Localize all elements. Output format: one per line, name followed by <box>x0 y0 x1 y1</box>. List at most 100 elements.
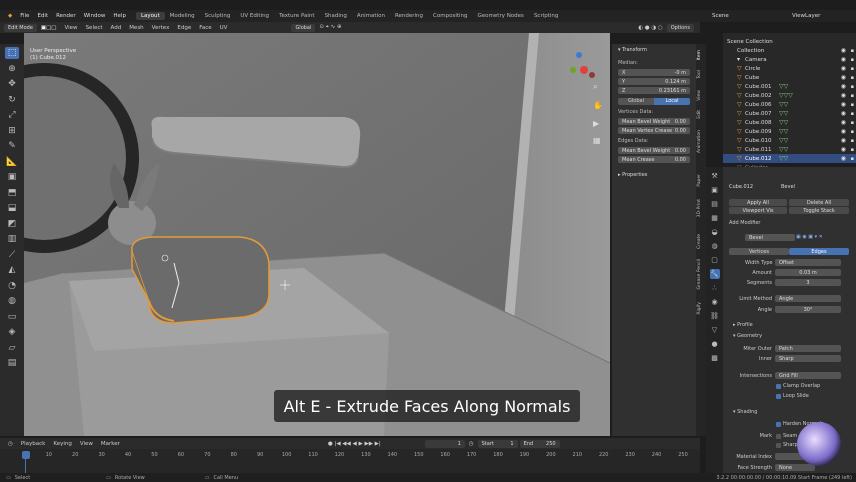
edge-slide-tool-icon[interactable]: ▭ <box>5 311 19 323</box>
angle-field[interactable]: 30° <box>775 306 841 313</box>
ntab-create[interactable]: Create <box>697 234 705 249</box>
camera-icon[interactable]: ▪ <box>851 138 854 144</box>
outliner-item-cube-001[interactable]: ▽ Cube.001 ▽▽ ◉ ▪ <box>723 82 856 91</box>
tool-props-icon[interactable]: ⚒ <box>710 171 720 181</box>
material-props-icon[interactable]: ● <box>710 339 720 349</box>
menu-file[interactable]: File <box>16 13 33 19</box>
camera-icon[interactable]: ▪ <box>851 102 854 108</box>
world-props-icon[interactable]: ◍ <box>710 241 720 251</box>
eye-icon[interactable]: ◉ <box>841 137 846 144</box>
pan-view-icon[interactable]: ✋ <box>593 101 603 110</box>
camera-icon[interactable]: ▪ <box>851 147 854 153</box>
timeline-menu-view[interactable]: View <box>76 441 97 447</box>
eye-icon[interactable]: ◉ <box>841 56 846 63</box>
eye-icon[interactable]: ◉ <box>841 47 846 54</box>
workspace-tab-modeling[interactable]: Modeling <box>165 12 200 20</box>
physics-props-icon[interactable]: ◉ <box>710 297 720 307</box>
zoom-view-icon[interactable]: ⌕ <box>593 82 597 92</box>
select-mode-icons[interactable]: ▣▢▢ <box>37 25 61 31</box>
loop-slide-checkbox[interactable] <box>776 394 781 399</box>
header-menu-face[interactable]: Face <box>195 25 215 31</box>
object-props-icon[interactable]: ▢ <box>710 255 720 265</box>
workspace-tab-layout[interactable]: Layout <box>135 12 165 20</box>
menu-help[interactable]: Help <box>109 13 130 19</box>
particles-props-icon[interactable]: ∴ <box>710 283 720 293</box>
ntab-grease-pencil[interactable]: Grease Pencil <box>697 259 705 289</box>
harden-normals-checkbox[interactable] <box>776 422 781 427</box>
sharp-checkbox[interactable] <box>776 443 781 448</box>
camera-icon[interactable]: ▪ <box>851 111 854 117</box>
face-strength-dropdown[interactable]: None <box>775 464 815 471</box>
menu-render[interactable]: Render <box>52 13 80 19</box>
scene-selector[interactable]: Scene <box>708 13 788 19</box>
annotate-tool-icon[interactable]: ✎ <box>5 140 19 152</box>
header-menu-uv[interactable]: UV <box>216 25 232 31</box>
properties-panel-header[interactable]: ▸ Properties <box>618 172 690 179</box>
data-props-icon[interactable]: ▽ <box>710 325 720 335</box>
camera-icon[interactable]: ▪ <box>851 75 854 81</box>
profile-panel-header[interactable]: ▸ Profile <box>733 322 753 328</box>
workspace-tab-sculpting[interactable]: Sculpting <box>200 12 236 20</box>
outliner-item-cube-006[interactable]: ▽ Cube.006 ▽▽ ◉ ▪ <box>723 100 856 109</box>
timeline[interactable]: 1102030405060708090100110120130140150160… <box>0 449 700 473</box>
options-dropdown[interactable]: Options <box>666 23 694 32</box>
knife-tool-icon[interactable]: ⟋ <box>5 249 19 261</box>
workspace-tab-geometry-nodes[interactable]: Geometry Nodes <box>473 12 529 20</box>
ntab-tool[interactable]: Tool <box>697 70 705 79</box>
loop-cut-tool-icon[interactable]: ▥ <box>5 233 19 245</box>
clamp-overlap-checkbox[interactable] <box>776 384 781 389</box>
outliner-item-cube-007[interactable]: ▽ Cube.007 ▽▽ ◉ ▪ <box>723 109 856 118</box>
inner-dropdown[interactable]: Sharp <box>775 355 841 362</box>
menu-window[interactable]: Window <box>80 13 110 19</box>
snap-icons[interactable]: ⊙ ⌖ ∿ ⊕ <box>315 24 345 31</box>
limit-method-dropdown[interactable]: Angle <box>775 295 841 302</box>
viewlayer-selector[interactable]: ViewLayer <box>788 13 856 19</box>
smooth-tool-icon[interactable]: ◍ <box>5 295 19 307</box>
median-y-field[interactable]: Y 0.124 m <box>618 78 690 85</box>
mean-bevel-weight-field[interactable]: Mean Bevel Weight 0.00 <box>618 118 690 125</box>
outliner-item-cube-008[interactable]: ▽ Cube.008 ▽▽ ◉ ▪ <box>723 118 856 127</box>
menu-edit[interactable]: Edit <box>33 13 52 19</box>
header-menu-select[interactable]: Select <box>82 25 107 31</box>
poly-build-tool-icon[interactable]: ◭ <box>5 264 19 276</box>
outliner-item-cube-011[interactable]: ▽ Cube.011 ▽▽ ◉ ▪ <box>723 145 856 154</box>
timeline-menu-playback[interactable]: Playback <box>17 441 50 447</box>
eye-icon[interactable]: ◉ <box>841 110 846 117</box>
camera-icon[interactable]: ▪ <box>851 48 854 54</box>
cursor-tool-icon[interactable]: ⊕ <box>5 63 19 75</box>
mode-dropdown[interactable]: Edit Mode <box>4 23 37 32</box>
rip-tool-icon[interactable]: ▤ <box>5 357 19 369</box>
eye-icon[interactable]: ◉ <box>841 101 846 108</box>
apply-all-button[interactable]: Apply All <box>729 199 787 206</box>
transform-tool-icon[interactable]: ⊞ <box>5 125 19 137</box>
ortho-toggle-icon[interactable]: ▦ <box>593 136 601 145</box>
viewport-vis-button[interactable]: Viewport Vis <box>729 207 787 214</box>
edge-bevel-weight-field[interactable]: Mean Bevel Weight 0.00 <box>618 147 690 154</box>
scene-props-icon[interactable]: ◒ <box>710 227 720 237</box>
move-tool-icon[interactable]: ✥ <box>5 78 19 90</box>
miter-outer-dropdown[interactable]: Patch <box>775 345 841 352</box>
eye-icon[interactable]: ◉ <box>841 83 846 90</box>
workspace-tab-rendering[interactable]: Rendering <box>390 12 428 20</box>
rotate-tool-icon[interactable]: ↻ <box>5 94 19 106</box>
workspace-tab-compositing[interactable]: Compositing <box>428 12 472 20</box>
start-frame-field[interactable]: Start 1 <box>477 439 518 448</box>
vertices-button[interactable]: Vertices <box>729 248 789 255</box>
shear-tool-icon[interactable]: ▱ <box>5 342 19 354</box>
modifier-visibility-icons[interactable]: ▣ ◉ ▣ ▾ ✕ <box>796 234 823 240</box>
ntab-edit[interactable]: Edit <box>697 110 705 119</box>
outliner-item-cube-010[interactable]: ▽ Cube.010 ▽▽ ◉ ▪ <box>723 136 856 145</box>
ntab-3d-print[interactable]: 3D-Print <box>697 199 705 217</box>
outliner-item-cube-002[interactable]: ▽ Cube.002 ▽▽▽ ◉ ▪ <box>723 91 856 100</box>
eye-icon[interactable]: ◉ <box>841 146 846 153</box>
output-props-icon[interactable]: ▤ <box>710 199 720 209</box>
header-menu-edge[interactable]: Edge <box>173 25 195 31</box>
inset-tool-icon[interactable]: ⬓ <box>5 202 19 214</box>
scale-tool-icon[interactable]: ⤢ <box>5 109 19 121</box>
header-menu-view[interactable]: View <box>61 25 82 31</box>
intersections-dropdown[interactable]: Grid Fill <box>775 372 841 379</box>
transform-panel-header[interactable]: ▾ Transform <box>618 47 690 54</box>
workspace-tab-shading[interactable]: Shading <box>320 12 352 20</box>
playhead[interactable] <box>22 451 30 459</box>
geometry-panel-header[interactable]: ▾ Geometry <box>733 333 762 339</box>
